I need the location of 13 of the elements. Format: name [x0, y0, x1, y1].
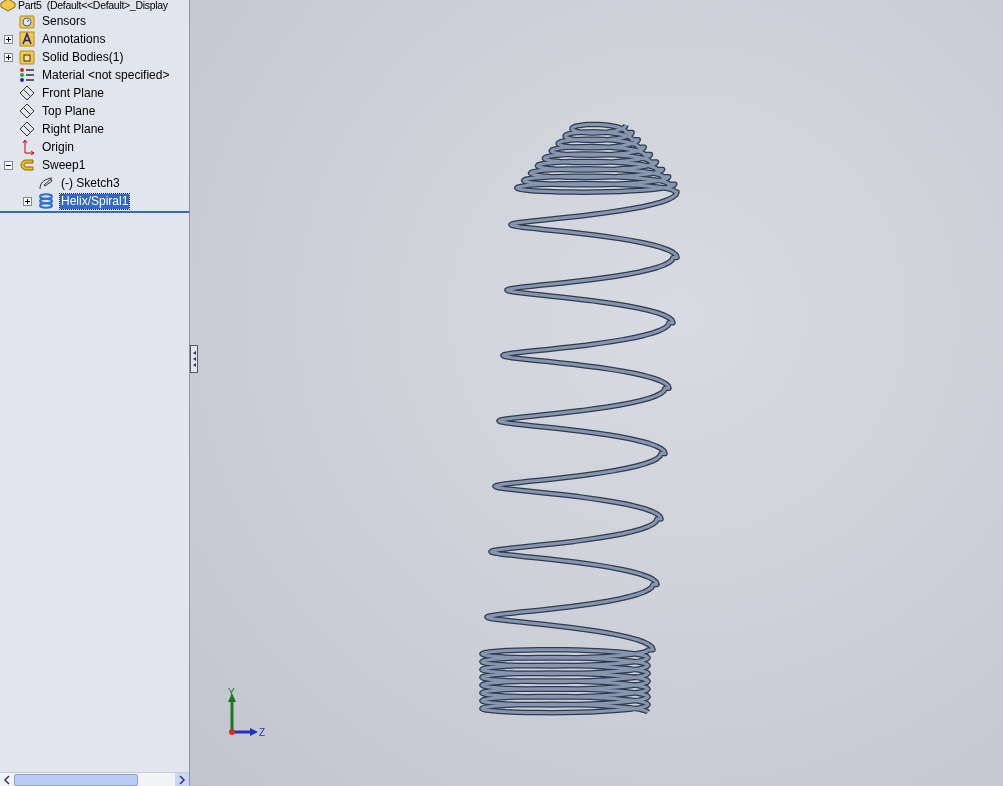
axis-label: Z [259, 728, 266, 738]
tree-item[interactable]: Helix/Spiral1 [60, 193, 130, 209]
tree-item[interactable]: Annotations [41, 31, 107, 47]
tree-item[interactable]: Front Plane [41, 85, 106, 101]
tree-item[interactable]: Sweep1 [41, 157, 87, 173]
tree-item[interactable]: Solid Bodies(1) [41, 49, 125, 65]
tree-item[interactable]: (-) Sketch3 [60, 175, 121, 191]
tree-item[interactable]: Top Plane [41, 103, 97, 119]
tree-root-item[interactable]: Part5 (Default<<Default>_Display [18, 0, 168, 12]
tree-item[interactable]: Material <not specified> [41, 67, 171, 83]
tree-item[interactable]: Sensors [41, 13, 88, 29]
tree-item[interactable]: Origin [41, 139, 75, 155]
tree-item[interactable]: Right Plane [41, 121, 106, 137]
